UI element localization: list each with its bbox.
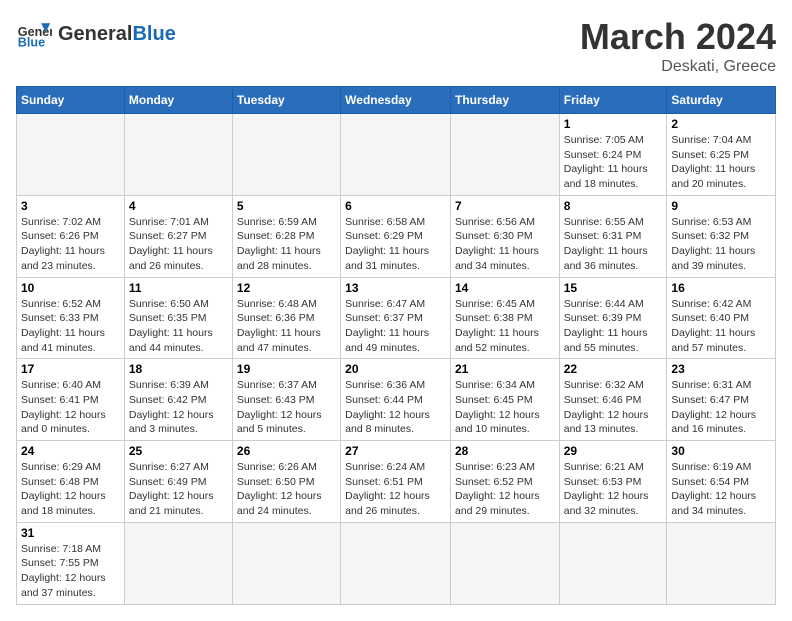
month-title: March 2024 bbox=[580, 16, 776, 58]
table-row bbox=[450, 522, 559, 604]
table-row: 18Sunrise: 6:39 AM Sunset: 6:42 PM Dayli… bbox=[124, 359, 232, 441]
table-row bbox=[559, 522, 667, 604]
table-row bbox=[341, 114, 451, 196]
table-row: 30Sunrise: 6:19 AM Sunset: 6:54 PM Dayli… bbox=[667, 441, 776, 523]
table-row bbox=[667, 522, 776, 604]
table-row: 22Sunrise: 6:32 AM Sunset: 6:46 PM Dayli… bbox=[559, 359, 667, 441]
table-row: 4Sunrise: 7:01 AM Sunset: 6:27 PM Daylig… bbox=[124, 195, 232, 277]
table-row: 19Sunrise: 6:37 AM Sunset: 6:43 PM Dayli… bbox=[232, 359, 340, 441]
header-tuesday: Tuesday bbox=[232, 87, 340, 114]
table-row: 1Sunrise: 7:05 AM Sunset: 6:24 PM Daylig… bbox=[559, 114, 667, 196]
table-row bbox=[124, 522, 232, 604]
table-row: 21Sunrise: 6:34 AM Sunset: 6:45 PM Dayli… bbox=[450, 359, 559, 441]
table-row bbox=[450, 114, 559, 196]
table-row: 16Sunrise: 6:42 AM Sunset: 6:40 PM Dayli… bbox=[667, 277, 776, 359]
table-row: 25Sunrise: 6:27 AM Sunset: 6:49 PM Dayli… bbox=[124, 441, 232, 523]
logo-text: GeneralBlue bbox=[58, 23, 176, 46]
svg-text:Blue: Blue bbox=[18, 36, 45, 50]
table-row: 20Sunrise: 6:36 AM Sunset: 6:44 PM Dayli… bbox=[341, 359, 451, 441]
table-row: 31Sunrise: 7:18 AM Sunset: 7:55 PM Dayli… bbox=[17, 522, 125, 604]
calendar: Sunday Monday Tuesday Wednesday Thursday… bbox=[16, 86, 776, 605]
header-friday: Friday bbox=[559, 87, 667, 114]
table-row: 14Sunrise: 6:45 AM Sunset: 6:38 PM Dayli… bbox=[450, 277, 559, 359]
table-row bbox=[17, 114, 125, 196]
table-row: 2Sunrise: 7:04 AM Sunset: 6:25 PM Daylig… bbox=[667, 114, 776, 196]
header-monday: Monday bbox=[124, 87, 232, 114]
table-row: 9Sunrise: 6:53 AM Sunset: 6:32 PM Daylig… bbox=[667, 195, 776, 277]
table-row: 13Sunrise: 6:47 AM Sunset: 6:37 PM Dayli… bbox=[341, 277, 451, 359]
table-row: 27Sunrise: 6:24 AM Sunset: 6:51 PM Dayli… bbox=[341, 441, 451, 523]
logo-icon: General Blue bbox=[16, 16, 52, 52]
table-row: 5Sunrise: 6:59 AM Sunset: 6:28 PM Daylig… bbox=[232, 195, 340, 277]
table-row bbox=[232, 522, 340, 604]
header-thursday: Thursday bbox=[450, 87, 559, 114]
header-sunday: Sunday bbox=[17, 87, 125, 114]
table-row: 17Sunrise: 6:40 AM Sunset: 6:41 PM Dayli… bbox=[17, 359, 125, 441]
table-row: 28Sunrise: 6:23 AM Sunset: 6:52 PM Dayli… bbox=[450, 441, 559, 523]
table-row: 8Sunrise: 6:55 AM Sunset: 6:31 PM Daylig… bbox=[559, 195, 667, 277]
table-row: 11Sunrise: 6:50 AM Sunset: 6:35 PM Dayli… bbox=[124, 277, 232, 359]
table-row: 3Sunrise: 7:02 AM Sunset: 6:26 PM Daylig… bbox=[17, 195, 125, 277]
table-row: 12Sunrise: 6:48 AM Sunset: 6:36 PM Dayli… bbox=[232, 277, 340, 359]
table-row bbox=[124, 114, 232, 196]
table-row bbox=[341, 522, 451, 604]
table-row: 26Sunrise: 6:26 AM Sunset: 6:50 PM Dayli… bbox=[232, 441, 340, 523]
logo: General Blue GeneralBlue bbox=[16, 16, 176, 52]
table-row: 15Sunrise: 6:44 AM Sunset: 6:39 PM Dayli… bbox=[559, 277, 667, 359]
table-row: 7Sunrise: 6:56 AM Sunset: 6:30 PM Daylig… bbox=[450, 195, 559, 277]
table-row: 24Sunrise: 6:29 AM Sunset: 6:48 PM Dayli… bbox=[17, 441, 125, 523]
table-row: 10Sunrise: 6:52 AM Sunset: 6:33 PM Dayli… bbox=[17, 277, 125, 359]
table-row bbox=[232, 114, 340, 196]
table-row: 6Sunrise: 6:58 AM Sunset: 6:29 PM Daylig… bbox=[341, 195, 451, 277]
header-saturday: Saturday bbox=[667, 87, 776, 114]
calendar-header-row: Sunday Monday Tuesday Wednesday Thursday… bbox=[17, 87, 776, 114]
header-wednesday: Wednesday bbox=[341, 87, 451, 114]
page-header: General Blue GeneralBlue March 2024 Desk… bbox=[16, 16, 776, 76]
subtitle: Deskati, Greece bbox=[580, 58, 776, 76]
table-row: 23Sunrise: 6:31 AM Sunset: 6:47 PM Dayli… bbox=[667, 359, 776, 441]
title-section: March 2024 Deskati, Greece bbox=[580, 16, 776, 76]
table-row: 29Sunrise: 6:21 AM Sunset: 6:53 PM Dayli… bbox=[559, 441, 667, 523]
